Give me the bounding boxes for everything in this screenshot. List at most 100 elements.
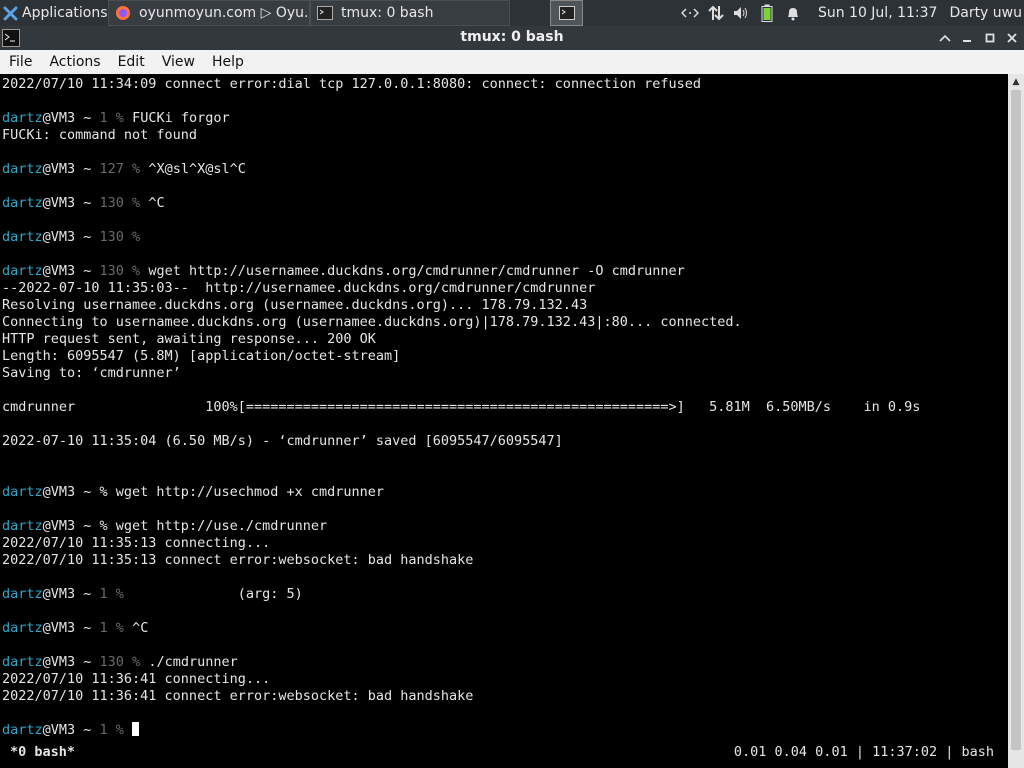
battery-icon[interactable]	[756, 4, 778, 22]
terminal-line: dartz@VM3 ~ 130 % wget http://usernamee.…	[2, 263, 1008, 280]
terminal-text: @VM3 ~	[42, 654, 100, 670]
scrollbar-thumb[interactable]	[1011, 90, 1021, 750]
terminal-text: ./cmdrunner	[140, 654, 238, 670]
terminal-text: @VM3 ~	[42, 229, 100, 245]
terminal-text: 2022/07/10 11:34:09 connect error:dial t…	[2, 76, 701, 92]
terminal-text: 2022/07/10 11:36:41 connect error:websoc…	[2, 688, 474, 704]
prompt-user: dartz	[2, 620, 43, 636]
menu-help[interactable]: Help	[203, 54, 252, 70]
terminal-text: --2022-07-10 11:35:03-- http://usernamee…	[2, 280, 596, 296]
prompt-status: 130 %	[99, 195, 141, 211]
terminal-line: Connecting to usernamee.duckdns.org (use…	[2, 314, 1008, 331]
window-maximize-button[interactable]	[981, 29, 999, 47]
prompt-status: 130 %	[99, 263, 141, 279]
prompt-status: 1 %	[99, 110, 124, 126]
terminal-icon	[317, 5, 333, 21]
terminal-line: Resolving usernamee.duckdns.org (usernam…	[2, 297, 1008, 314]
terminal-output: 2022/07/10 11:34:09 connect error:dial t…	[2, 76, 1008, 739]
terminal-text: @VM3 ~	[42, 263, 100, 279]
taskbar-item-firefox[interactable]: oyunmoyun.com ▷ Oyu...	[108, 0, 310, 26]
terminal-line: Saving to: ‘cmdrunner’	[2, 365, 1008, 382]
terminal-text: @VM3 ~	[42, 161, 100, 177]
clock[interactable]: Sun 10 Jul, 11:37	[818, 5, 938, 21]
window-close-button[interactable]	[1003, 29, 1021, 47]
terminal-view[interactable]: 2022/07/10 11:34:09 connect error:dial t…	[0, 74, 1008, 768]
prompt-status: 130 %	[99, 654, 141, 670]
network-icon[interactable]	[678, 6, 702, 20]
prompt-status: 130 %	[99, 229, 141, 245]
transfer-icon[interactable]	[704, 4, 728, 22]
firefox-icon	[115, 5, 131, 21]
terminal-line: Length: 6095547 (5.8M) [application/octe…	[2, 348, 1008, 365]
window-titlebar[interactable]: tmux: 0 bash	[0, 26, 1024, 50]
window-minimize-button[interactable]	[958, 29, 976, 47]
terminal-text: Saving to: ‘cmdrunner’	[2, 365, 181, 381]
terminal-text: FUCKi: command not found	[2, 127, 198, 143]
terminal-line: dartz@VM3 ~ 130 % ^C	[2, 195, 1008, 212]
window-shade-button[interactable]	[936, 29, 954, 47]
terminal-text: 2022/07/10 11:35:13 connect error:websoc…	[2, 552, 474, 568]
terminal-text: ^C	[123, 620, 149, 636]
terminal-line: 2022/07/10 11:35:13 connect error:websoc…	[2, 552, 1008, 569]
terminal-text: @VM3 ~	[42, 620, 100, 636]
tmux-status-bar: *0 bash* 0.01 0.04 0.01 | 11:37:02 | bas…	[0, 743, 1008, 761]
prompt-user: dartz	[2, 722, 43, 738]
taskbar-item-terminal[interactable]: tmux: 0 bash	[310, 0, 510, 26]
terminal-line: cmdrunner 100%[=========================…	[2, 399, 1008, 416]
terminal-text: (arg: 5)	[123, 586, 303, 602]
prompt-status: 1 %	[99, 722, 124, 738]
terminal-line: dartz@VM3 ~ 1 %	[2, 722, 1008, 739]
menu-file[interactable]: File	[0, 54, 40, 70]
terminal-line: dartz@VM3 ~ 130 % ./cmdrunner	[2, 654, 1008, 671]
terminal-text: Resolving usernamee.duckdns.org (usernam…	[2, 297, 588, 313]
prompt-user: dartz	[2, 263, 43, 279]
terminal-line: HTTP request sent, awaiting response... …	[2, 331, 1008, 348]
terminal-text: wget http://usernamee.duckdns.org/cmdrun…	[140, 263, 685, 279]
terminal-line: dartz@VM3 ~ 127 % ^X@sl^X@sl^C	[2, 161, 1008, 178]
terminal-text: @VM3 ~	[42, 195, 100, 211]
menu-edit[interactable]: Edit	[109, 54, 153, 70]
top-panel: Applications oyunmoyun.com ▷ Oyu... tmux…	[0, 0, 1024, 26]
terminal-scrollbar[interactable]: ▲	[1008, 74, 1024, 768]
system-tray: Sun 10 Jul, 11:37 Darty uwu	[678, 0, 1024, 26]
terminal-text: 2022-07-10 11:35:04 (6.50 MB/s) - ‘cmdru…	[2, 433, 563, 449]
terminal-text: HTTP request sent, awaiting response... …	[2, 331, 376, 347]
prompt-user: dartz	[2, 161, 43, 177]
scroll-up-arrow-icon[interactable]: ▲	[1008, 74, 1024, 90]
prompt-user: dartz	[2, 586, 43, 602]
taskbar-item-terminal-active[interactable]	[550, 0, 583, 26]
terminal-line: dartz@VM3 ~ 130 %	[2, 229, 1008, 246]
prompt-user: dartz	[2, 110, 43, 126]
menu-actions[interactable]: Actions	[40, 54, 108, 70]
terminal-text: FUCKi forgor	[123, 110, 230, 126]
applications-label: Applications	[22, 5, 108, 21]
terminal-text: 2022/07/10 11:35:13 connecting...	[2, 535, 271, 551]
terminal-line: dartz@VM3 ~ % wget http://use./cmdrunner	[2, 518, 1008, 535]
terminal-text: @VM3 ~	[42, 110, 100, 126]
prompt-user: dartz	[2, 229, 43, 245]
terminal-line: 2022/07/10 11:36:41 connect error:websoc…	[2, 688, 1008, 705]
applications-menu[interactable]: Applications	[0, 0, 111, 26]
terminal-line: dartz@VM3 ~ 1 % (arg: 5)	[2, 586, 1008, 603]
terminal-text: Length: 6095547 (5.8M) [application/octe…	[2, 348, 401, 364]
terminal-line: dartz@VM3 ~ 1 % ^C	[2, 620, 1008, 637]
terminal-line: 2022-07-10 11:35:04 (6.50 MB/s) - ‘cmdru…	[2, 433, 1008, 450]
terminal-line: --2022-07-10 11:35:03-- http://usernamee…	[2, 280, 1008, 297]
menu-view[interactable]: View	[153, 54, 203, 70]
terminal-text: Connecting to usernamee.duckdns.org (use…	[2, 314, 742, 330]
user-menu[interactable]: Darty uwu	[949, 5, 1022, 21]
terminal-text: @VM3 ~	[42, 586, 100, 602]
window-title: tmux: 0 bash	[460, 29, 564, 45]
terminal-line: 2022/07/10 11:34:09 connect error:dial t…	[2, 76, 1008, 93]
terminal-text: 2022/07/10 11:36:41 connecting...	[2, 671, 271, 687]
notification-bell-icon[interactable]	[782, 5, 804, 21]
terminal-text: @VM3 ~ % wget http://use./cmdrunner	[42, 518, 328, 534]
volume-icon[interactable]	[730, 5, 752, 21]
prompt-user: dartz	[2, 195, 43, 211]
terminal-text: @VM3 ~	[42, 722, 100, 738]
